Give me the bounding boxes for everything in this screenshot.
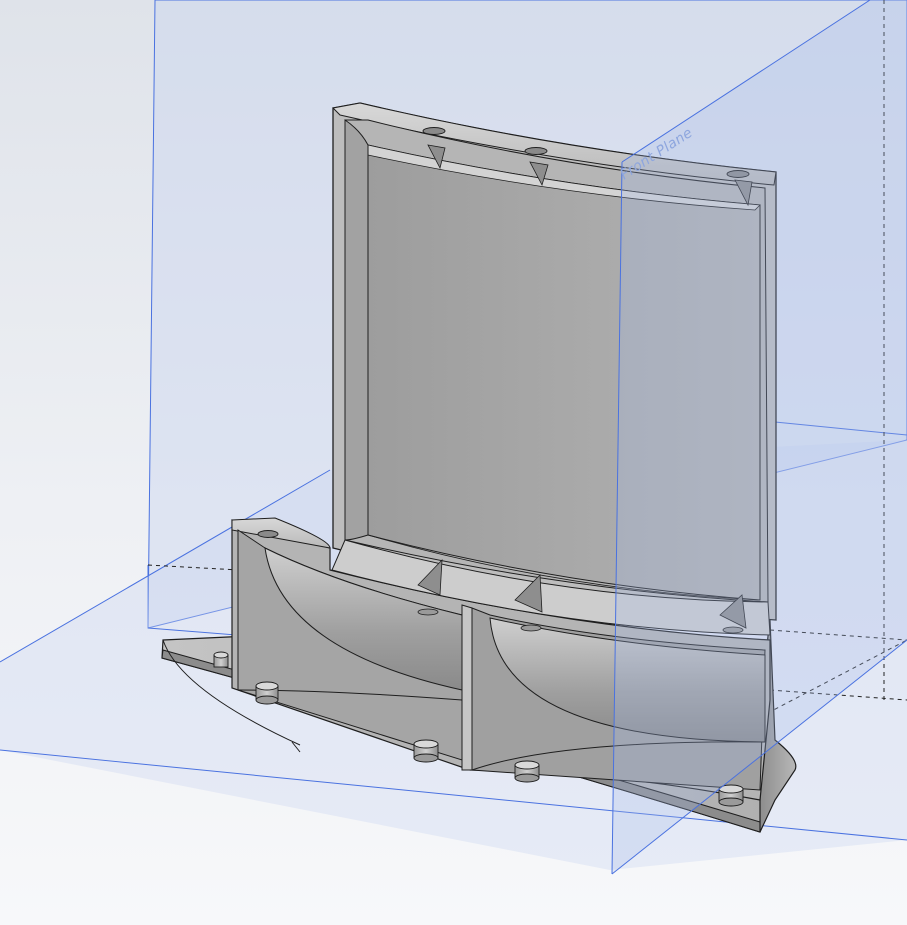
base-boss[interactable] xyxy=(255,681,279,705)
base-boss[interactable] xyxy=(514,760,540,783)
base-boss[interactable] xyxy=(213,651,229,668)
graphics-viewport[interactable]: Front Plane xyxy=(0,0,907,925)
base-boss[interactable] xyxy=(718,784,744,807)
base-boss[interactable] xyxy=(413,739,439,763)
